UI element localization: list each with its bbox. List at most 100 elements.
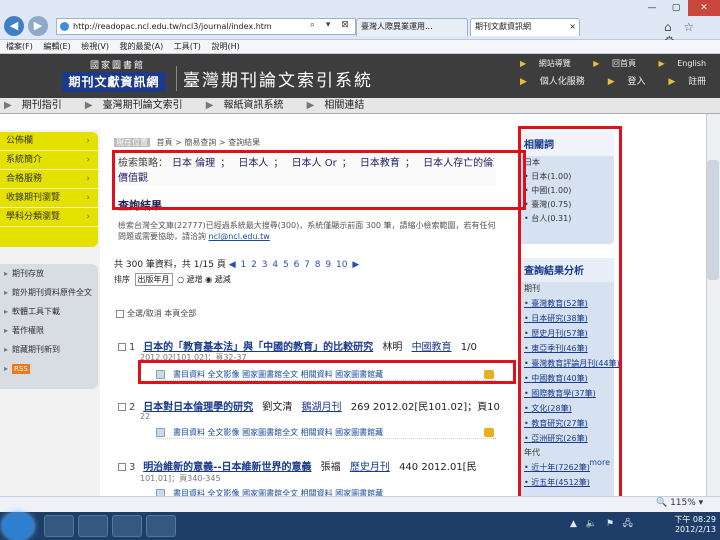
result-meta: 269 2012.02[民101.02]；頁10 — [350, 402, 500, 413]
nav-newspaper[interactable]: ▶ 報紙資訊系統 — [206, 100, 294, 111]
result-checkbox[interactable] — [118, 463, 126, 471]
result-checkbox[interactable] — [118, 403, 126, 411]
page-link[interactable]: 7 — [304, 260, 310, 270]
tab-2[interactable]: 期刊文獻資訊網 × — [470, 18, 580, 36]
left-menu2-item[interactable]: ▸ 著作權限 — [0, 321, 98, 340]
chevron-down-icon[interactable]: ▾ — [699, 498, 704, 508]
menu-favorites[interactable]: 我的最愛(A) — [120, 42, 164, 51]
tab-close-icon[interactable]: × — [569, 19, 576, 35]
page-link[interactable]: 6 — [294, 260, 300, 270]
left-menu2-item[interactable]: ▸ 館外期刊資料原件全文 — [0, 283, 98, 302]
page-link[interactable]: 10 — [336, 260, 347, 270]
back-icon[interactable]: ◀ — [4, 16, 24, 36]
result-row: 1 日本的「教育基本法」與「中國的教育」的比較研究 林明 中國教育 1/0 — [118, 338, 496, 353]
left-menu2-item[interactable]: ▸ 館藏期刊新到 — [0, 340, 98, 359]
main-nav: ▶ 期刊指引 ▶ 臺灣期刊論文索引 ▶ 報紙資訊系統 ▶ 相關連結 — [0, 98, 720, 114]
nav-taiwan-index[interactable]: ▶ 臺灣期刊論文索引 — [85, 100, 193, 111]
start-button-icon[interactable] — [2, 512, 34, 540]
ie-taskbar-icon[interactable] — [44, 515, 74, 537]
result-journal-link[interactable]: 歷史月刊 — [350, 462, 390, 473]
left-menu-item[interactable]: 收錄期刊瀏覽 — [0, 189, 98, 208]
forward-icon[interactable]: ▶ — [28, 16, 48, 36]
left-menu2-item[interactable]: ▸ 軟體工具下載 — [0, 302, 98, 321]
close-icon[interactable]: ✕ — [688, 0, 720, 16]
result-author[interactable]: 張福 — [321, 462, 341, 473]
rss-item[interactable]: ▸ RSS — [0, 359, 98, 378]
media-taskbar-icon[interactable] — [112, 515, 142, 537]
page-link[interactable]: 8 — [315, 260, 321, 270]
left-menu-item[interactable]: 系統簡介 — [0, 151, 98, 170]
sort-desc-radio[interactable]: ◉ 遞減 — [205, 275, 231, 284]
result-author[interactable]: 林明 — [382, 342, 402, 353]
result-row: 3 明治維新的意義--日本維新世界的意義 張福 歷史月刊 440 2012.01… — [118, 458, 496, 473]
sort-bar: 排序 出版年月 ○ 遞增 ◉ 遞減 — [114, 273, 498, 287]
minimize-icon[interactable]: — — [640, 0, 664, 16]
scrollbar-thumb[interactable] — [707, 160, 719, 280]
menu-edit[interactable]: 編輯(E) — [43, 42, 70, 51]
result-journal-link[interactable]: 鵝湖月刊 — [302, 402, 342, 413]
window-buttons: — ▢ ✕ — [640, 0, 720, 16]
menu-tools[interactable]: 工具(T) — [174, 42, 201, 51]
next-page-icon[interactable]: ▶ — [352, 260, 359, 270]
ie-icon — [60, 22, 69, 31]
contact-email-link[interactable]: ncl@ncl.edu.tw — [209, 232, 270, 241]
result-checkbox[interactable] — [118, 343, 126, 351]
page-link[interactable]: 1 — [241, 260, 247, 270]
breadcrumb-item: 查詢結果 — [228, 138, 261, 147]
left-menu-item[interactable]: 合格服務 — [0, 170, 98, 189]
menu-file[interactable]: 檔案(F) — [6, 42, 33, 51]
result-meta: 440 2012.01[民 — [399, 462, 477, 473]
page-link[interactable]: 3 — [262, 260, 268, 270]
system-tray[interactable]: ▲ 🔈 ⚑ 🖧 — [570, 516, 636, 532]
page-link[interactable]: 9 — [325, 260, 331, 270]
page-link[interactable]: 5 — [283, 260, 289, 270]
login-link[interactable]: ▶ 登入 — [608, 77, 656, 87]
breadcrumb-item[interactable]: 首頁 — [157, 138, 173, 147]
clock[interactable]: 下午 08:29 2012/2/13 — [664, 515, 716, 535]
result-sub: 101.01]；頁340-345 — [140, 474, 221, 483]
sitemap-link[interactable]: ▶ 網站導覽 — [520, 59, 581, 68]
result-author[interactable]: 劉文清 — [262, 402, 292, 413]
result-title-link[interactable]: 明治維新的意義--日本維新世界的意義 — [143, 462, 311, 473]
folder-taskbar-icon[interactable] — [78, 515, 108, 537]
site-title: 臺灣期刊論文索引系統 — [176, 66, 373, 91]
register-link[interactable]: ▶ 註冊 — [668, 77, 716, 87]
tab-label: 臺灣人際異業運用... — [361, 22, 433, 31]
rss-badge[interactable]: RSS — [12, 364, 30, 374]
clock-date: 2012/2/13 — [674, 525, 716, 534]
powerpoint-taskbar-icon[interactable] — [146, 515, 176, 537]
zoom-control[interactable]: 🔍 115% ▾ — [656, 498, 703, 508]
menu-help[interactable]: 說明(H) — [211, 42, 239, 51]
tab-1[interactable]: 臺灣人際異業運用... — [356, 18, 468, 36]
left-menu-item[interactable]: 學科分類瀏覽 — [0, 208, 98, 227]
maximize-icon[interactable]: ▢ — [664, 0, 688, 16]
personal-service-link[interactable]: ▶ 個人化服務 — [520, 77, 595, 87]
brand-logo[interactable]: 期刊文獻資訊網 — [62, 72, 166, 92]
page-link[interactable]: 4 — [272, 260, 278, 270]
page-link[interactable]: 2 — [251, 260, 257, 270]
menu-view[interactable]: 檢視(V) — [81, 42, 109, 51]
prev-page-icon[interactable]: ◀ — [229, 260, 236, 270]
result-number: 1 — [118, 342, 140, 353]
nav-related-links[interactable]: ▶ 相關連結 — [307, 100, 375, 111]
left-menu2-item[interactable]: ▸ 期刊存放 — [0, 264, 98, 283]
nav-journal-guide[interactable]: ▶ 期刊指引 — [4, 100, 72, 111]
breadcrumb-item[interactable]: 簡易查詢 — [184, 138, 216, 147]
magnifier-icon[interactable] — [484, 428, 494, 437]
english-link[interactable]: ▶ English — [659, 59, 717, 68]
select-all[interactable]: 全選/取消 本頁全部 — [116, 308, 196, 319]
home-link[interactable]: ▶ 回首頁 — [593, 59, 646, 68]
result-title-link[interactable]: 日本對日本倫理學的研究 — [143, 402, 253, 413]
menu-bar: 檔案(F) 編輯(E) 檢視(V) 我的最愛(A) 工具(T) 說明(H) — [0, 40, 720, 54]
result-journal-link[interactable]: 中國教育 — [412, 342, 452, 353]
org-name: 國家圖書館 — [90, 61, 146, 71]
sort-field-select[interactable]: 出版年月 — [134, 273, 173, 286]
left-menu: 公佈欄 系統簡介 合格服務 收錄期刊瀏覽 學科分類瀏覽 — [0, 132, 98, 247]
left-menu-secondary: ▸ 期刊存放 ▸ 館外期刊資料原件全文 ▸ 軟體工具下載 ▸ 著作權限 ▸ 館藏期刊新到 … — [0, 264, 98, 389]
left-menu-item[interactable]: 公佈欄 — [0, 132, 98, 151]
clock-time: 下午 08:29 — [674, 515, 716, 524]
sort-label: 排序 — [114, 275, 130, 284]
select-all-checkbox[interactable] — [116, 309, 124, 318]
results-summary: 共 300 筆資料，共 1/15 頁 — [114, 260, 226, 270]
sort-asc-radio[interactable]: ○ 遞增 — [177, 275, 203, 284]
